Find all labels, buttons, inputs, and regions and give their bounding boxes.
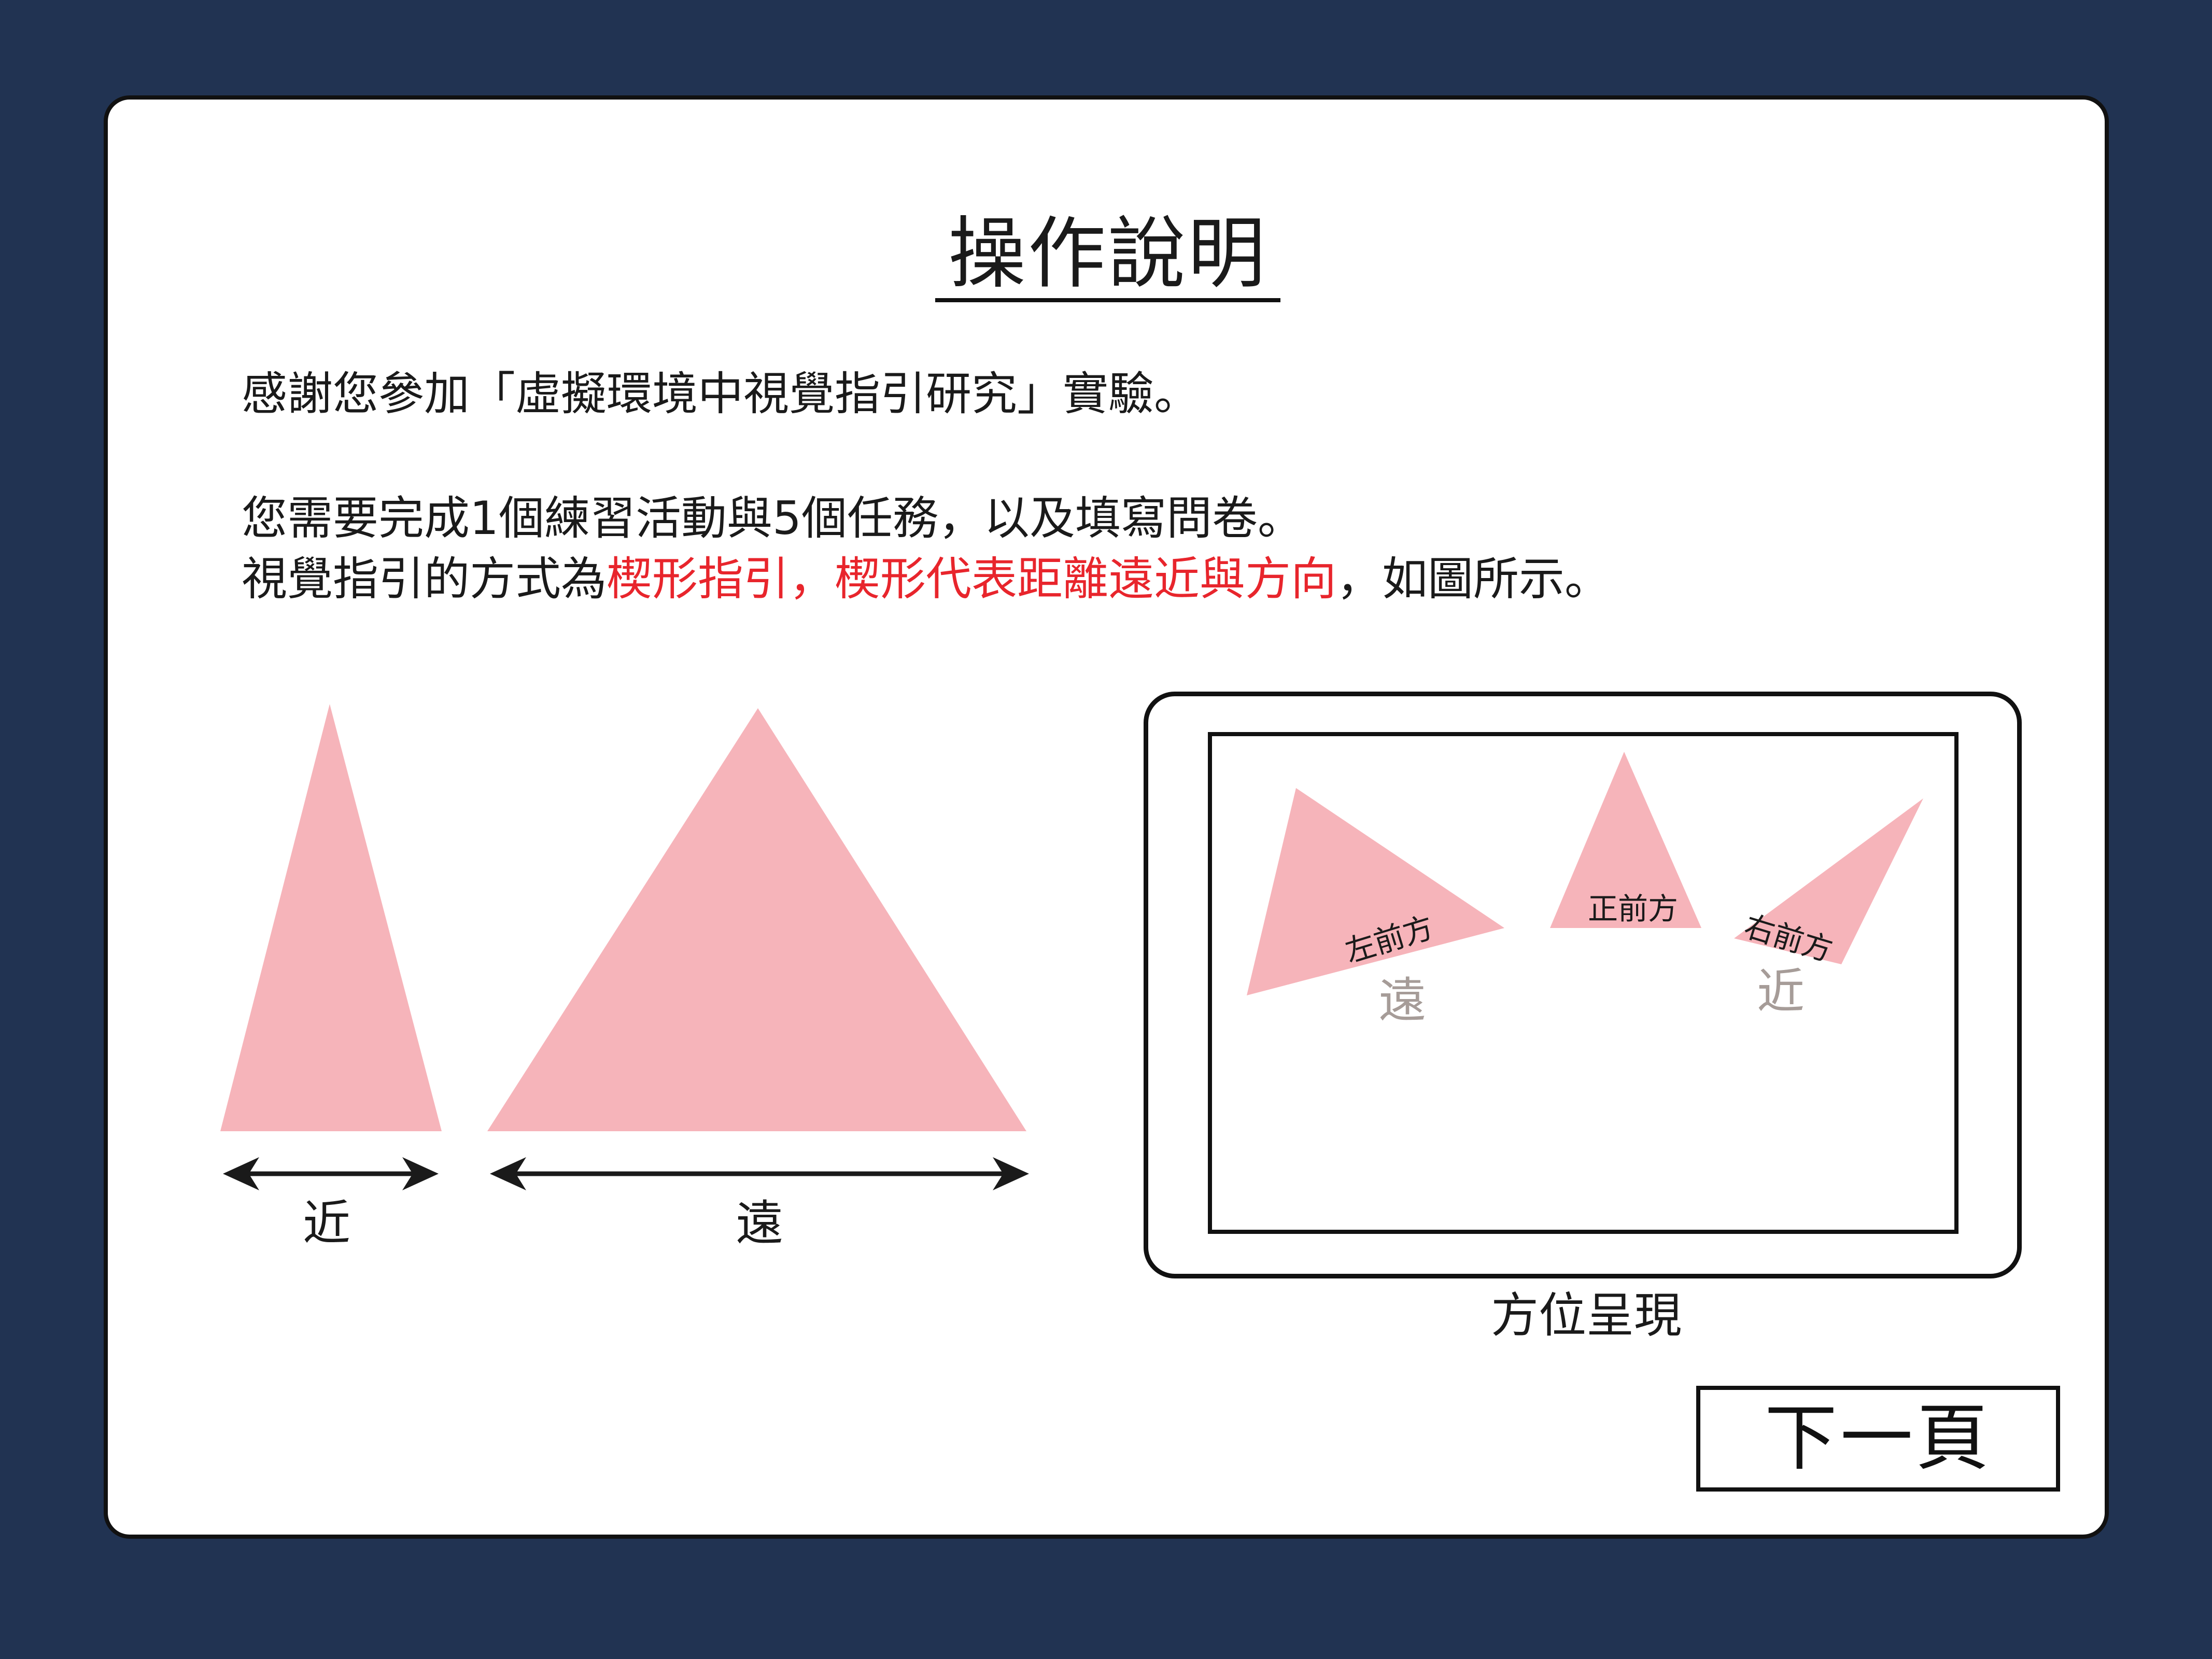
near-distance-label: 近 bbox=[1756, 964, 1805, 1019]
far-width-arrow bbox=[490, 1157, 1029, 1190]
direction-caption: 方位呈現 bbox=[1490, 1288, 1682, 1343]
far-wedge bbox=[487, 708, 1026, 1131]
front-label: 正前方 bbox=[1587, 891, 1678, 926]
near-label: 近 bbox=[302, 1196, 350, 1251]
device-screen bbox=[1208, 732, 1959, 1234]
next-page-button[interactable]: 下一頁 bbox=[1696, 1386, 2060, 1492]
near-wedge bbox=[220, 704, 442, 1131]
far-label: 遠 bbox=[735, 1196, 783, 1251]
far-distance-label: 遠 bbox=[1378, 973, 1426, 1028]
near-width-arrow bbox=[223, 1157, 439, 1190]
